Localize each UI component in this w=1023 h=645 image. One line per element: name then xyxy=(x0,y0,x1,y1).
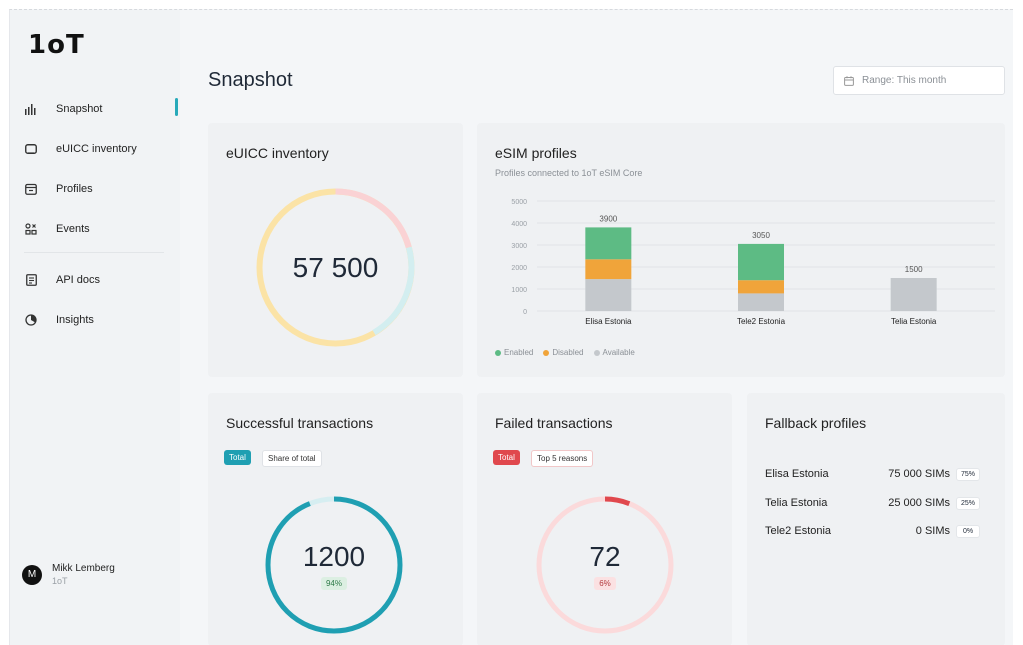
sidebar-item-snapshot[interactable]: Snapshot xyxy=(24,98,174,120)
date-range-button[interactable]: Range: This month xyxy=(833,66,1005,95)
sidebar-item-label: Events xyxy=(56,223,90,235)
failed-value: 72 xyxy=(589,540,621,572)
bar-total-label: 3050 xyxy=(752,231,770,240)
profiles-icon xyxy=(24,182,38,196)
document-icon xyxy=(24,273,38,287)
date-range-label: Range: This month xyxy=(862,75,947,86)
euicc-inventory-card: eUICC inventory 57 500 xyxy=(208,123,463,377)
page-title: Snapshot xyxy=(208,69,293,91)
list-item: Elisa Estonia 75 000 SIMs 75% xyxy=(765,466,980,482)
card-title: Fallback profiles xyxy=(765,415,867,431)
y-tick-label: 3000 xyxy=(511,243,527,250)
sidebar: 1oT Snapshot eUICC inventory Profiles Ev… xyxy=(10,10,180,645)
legend-dot xyxy=(543,349,550,356)
card-subtitle: Profiles connected to 1oT eSIM Core xyxy=(495,168,643,178)
x-tick-label: Telia Estonia xyxy=(891,317,937,326)
failed-donut: 72 6% xyxy=(535,495,675,635)
donut-center: 72 6% xyxy=(535,495,675,635)
successful-transactions-card: Successful transactions Total Share of t… xyxy=(208,393,463,645)
bar-chart-icon xyxy=(24,102,38,116)
events-icon xyxy=(24,222,38,236)
bar-segment-disabled[interactable] xyxy=(738,280,784,294)
sidebar-item-label: Insights xyxy=(56,314,94,326)
fallback-operator: Elisa Estonia xyxy=(765,468,829,480)
fallback-sims: 25 000 SIMs xyxy=(888,497,950,509)
euicc-total-value: 57 500 xyxy=(292,251,379,283)
fallback-pct-badge: 75% xyxy=(956,467,980,481)
fallback-operator: Tele2 Estonia xyxy=(765,525,832,537)
active-indicator xyxy=(175,98,178,116)
esim-bar-chart: 5000 4000 3000 2000 1000 0 3900 Elisa Estonia 30… xyxy=(511,199,995,326)
legend-item-disabled[interactable]: Disabled xyxy=(543,348,584,357)
y-tick-label: 2000 xyxy=(511,265,527,272)
sidebar-item-events[interactable]: Events xyxy=(24,218,174,240)
sidebar-item-label: eUICC inventory xyxy=(56,143,137,155)
fallback-pct-badge: 25% xyxy=(956,496,980,510)
user-org: 1oT xyxy=(52,576,68,586)
legend-item-available[interactable]: Available xyxy=(593,348,635,357)
sidebar-item-label: Profiles xyxy=(56,183,93,195)
legend-dot xyxy=(593,349,600,356)
bar-segment-disabled[interactable] xyxy=(585,259,632,280)
bar-segment-available[interactable] xyxy=(890,278,937,311)
bar-total-label: 3900 xyxy=(599,214,617,223)
donut-center: 57 500 xyxy=(253,185,418,350)
successful-pct-badge: 94% xyxy=(320,576,347,590)
x-tick-label: Tele2 Estonia xyxy=(737,317,786,326)
tab-top-5-reasons[interactable]: Top 5 reasons xyxy=(531,450,594,467)
user-profile[interactable]: M Mikk Lemberg 1oT xyxy=(22,563,115,586)
list-item: Tele2 Estonia 0 SIMs 0% xyxy=(765,523,980,539)
successful-value: 1200 xyxy=(302,540,366,572)
y-tick-label: 5000 xyxy=(511,199,527,206)
sidebar-item-insights[interactable]: Insights xyxy=(24,309,174,331)
bar-total-label: 1500 xyxy=(905,265,923,274)
chart-legend: Enabled Disabled Available xyxy=(495,348,635,357)
fallback-pct-badge: 0% xyxy=(956,524,980,538)
donut-center: 1200 94% xyxy=(264,495,404,635)
fallback-sims: 75 000 SIMs xyxy=(888,468,950,480)
logo[interactable]: 1oT xyxy=(28,30,85,60)
esim-profiles-card: eSIM profiles Profiles connected to 1oT … xyxy=(477,123,1005,377)
y-tick-label: 1000 xyxy=(511,287,527,294)
calendar-icon xyxy=(844,75,854,86)
tab-share-of-total[interactable]: Share of total xyxy=(262,450,322,467)
legend-dot xyxy=(495,349,501,356)
card-title: eSIM profiles xyxy=(495,145,577,161)
failed-pct-badge: 6% xyxy=(594,576,616,590)
sidebar-item-euicc-inventory[interactable]: eUICC inventory xyxy=(24,138,174,160)
sidebar-item-api-docs[interactable]: API docs xyxy=(24,269,174,291)
y-tick-label: 0 xyxy=(523,309,527,316)
bar-segment-available[interactable] xyxy=(738,293,784,311)
y-tick-label: 4000 xyxy=(511,221,527,228)
bar-segment-available[interactable] xyxy=(585,279,632,311)
app-frame: 1oT Snapshot eUICC inventory Profiles Ev… xyxy=(9,9,1013,645)
sim-card-icon xyxy=(24,142,38,156)
fallback-operator: Telia Estonia xyxy=(765,497,828,509)
fallback-profiles-card: Fallback profiles Elisa Estonia 75 000 S… xyxy=(747,393,1005,645)
fallback-sims: 0 SIMs xyxy=(915,525,950,537)
successful-donut: 1200 94% xyxy=(264,495,404,635)
sidebar-divider xyxy=(24,252,164,253)
failed-transactions-card: Failed transactions Total Top 5 reasons … xyxy=(477,393,732,645)
x-tick-label: Elisa Estonia xyxy=(585,317,632,326)
sidebar-item-profiles[interactable]: Profiles xyxy=(24,178,174,200)
tab-total[interactable]: Total xyxy=(224,450,251,465)
card-title: eUICC inventory xyxy=(226,145,329,161)
sidebar-item-label: API docs xyxy=(56,274,101,286)
pie-chart-icon xyxy=(24,313,38,327)
avatar: M xyxy=(22,564,42,585)
euicc-donut: 57 500 xyxy=(253,185,418,350)
sidebar-item-label: Snapshot xyxy=(56,103,103,115)
logo-text: 1oT xyxy=(28,30,85,60)
bar-segment-enabled[interactable] xyxy=(585,227,632,260)
list-item: Telia Estonia 25 000 SIMs 25% xyxy=(765,495,980,511)
legend-item-enabled[interactable]: Enabled xyxy=(495,348,533,357)
card-title: Successful transactions xyxy=(226,415,374,431)
tab-total[interactable]: Total xyxy=(493,450,520,465)
bar-segment-enabled[interactable] xyxy=(738,243,784,281)
card-title: Failed transactions xyxy=(495,415,613,431)
user-name: Mikk Lemberg xyxy=(52,563,115,574)
